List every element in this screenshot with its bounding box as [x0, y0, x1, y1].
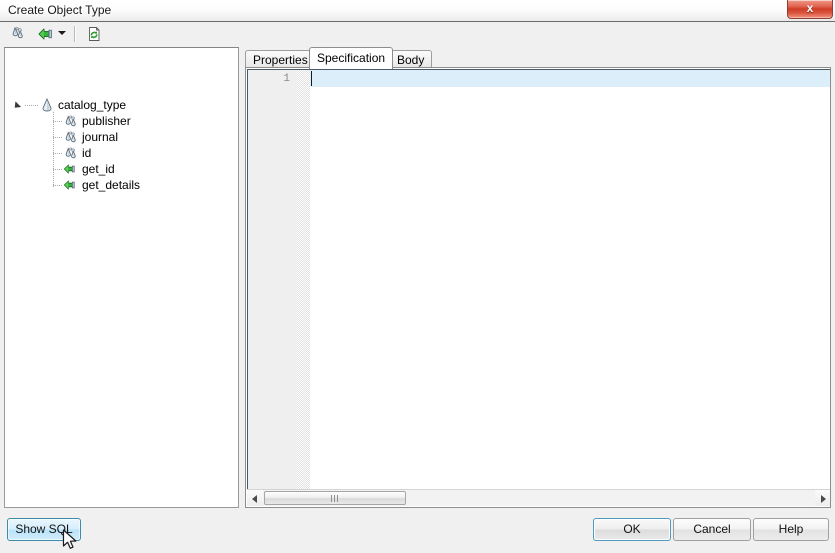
title-bar: Create Object Type x	[0, 0, 835, 22]
tree-row-publisher[interactable]: publisher	[5, 113, 238, 129]
attribute-droplets-icon	[12, 26, 23, 39]
tree-root-label: catalog_type	[58, 98, 127, 112]
tree-row-get-id[interactable]: get_id	[5, 161, 238, 177]
tab-specification[interactable]: Specification	[309, 47, 394, 69]
green-arrow-method-icon	[63, 180, 75, 190]
tree-row-id[interactable]: id	[5, 145, 238, 161]
object-type-icon	[42, 98, 52, 112]
attribute-droplets-icon	[65, 147, 76, 159]
tree-item-label: publisher	[82, 114, 131, 128]
tree-item-label: journal	[82, 130, 119, 144]
tree-item-label: get_id	[82, 162, 115, 176]
line-number: 1	[283, 73, 290, 85]
scroll-right-button[interactable]	[815, 490, 830, 506]
create-object-type-dialog: Create Object Type x catalog_type publis…	[0, 0, 835, 550]
refresh-page-icon	[89, 27, 100, 41]
specification-editor-frame: 1	[245, 67, 831, 508]
green-arrow-method-icon	[63, 164, 75, 174]
window-title: Create Object Type	[8, 3, 112, 17]
triangle-left-icon	[252, 495, 257, 503]
scrollbar-thumb[interactable]	[264, 491, 406, 505]
refresh-button[interactable]	[84, 25, 104, 43]
current-line-highlight	[310, 70, 830, 87]
toolbar	[0, 23, 835, 45]
editor-text-area[interactable]	[310, 70, 830, 489]
help-button[interactable]: Help	[753, 518, 829, 541]
green-arrow-method-icon	[38, 28, 52, 40]
tree-expander-toggle[interactable]	[11, 101, 22, 111]
tree-connector	[53, 137, 63, 138]
add-method-dropdown-chevron-down-icon[interactable]	[58, 31, 66, 35]
editor-margin-strip	[296, 70, 310, 489]
triangle-right-icon	[821, 495, 826, 503]
show-sql-button[interactable]: Show SQL	[7, 518, 81, 541]
code-editor[interactable]: 1	[247, 69, 830, 490]
tree-row-get-details[interactable]: get_details	[5, 177, 238, 193]
grip-lines-icon	[331, 495, 339, 502]
add-attribute-button[interactable]	[8, 25, 28, 43]
editor-horizontal-scrollbar[interactable]	[247, 489, 830, 506]
cancel-button[interactable]: Cancel	[673, 518, 751, 541]
tab-properties[interactable]: Properties	[245, 50, 316, 68]
editor-gutter: 1	[248, 70, 296, 489]
tab-bar: Properties Specification Body	[245, 47, 831, 69]
attribute-droplets-icon	[65, 115, 76, 127]
text-caret	[311, 71, 312, 86]
toolbar-separator	[74, 26, 76, 42]
tree-item-label: id	[82, 146, 92, 160]
scroll-left-button[interactable]	[247, 490, 263, 506]
object-type-tree-panel[interactable]: catalog_type publisher journal id get_id…	[4, 47, 239, 508]
tree-row-journal[interactable]: journal	[5, 129, 238, 145]
detail-panel: Properties Specification Body 1	[245, 47, 831, 508]
tree-connector	[53, 153, 63, 154]
tree-connector	[53, 121, 63, 122]
tree-item-label: get_details	[82, 178, 141, 192]
add-method-button[interactable]	[36, 25, 56, 43]
attribute-droplets-icon	[65, 131, 76, 143]
close-icon: x	[806, 1, 814, 15]
tab-body[interactable]: Body	[389, 50, 433, 68]
tree-row-root[interactable]: catalog_type	[5, 97, 238, 113]
close-button[interactable]: x	[787, 0, 833, 19]
ok-button[interactable]: OK	[593, 518, 671, 541]
